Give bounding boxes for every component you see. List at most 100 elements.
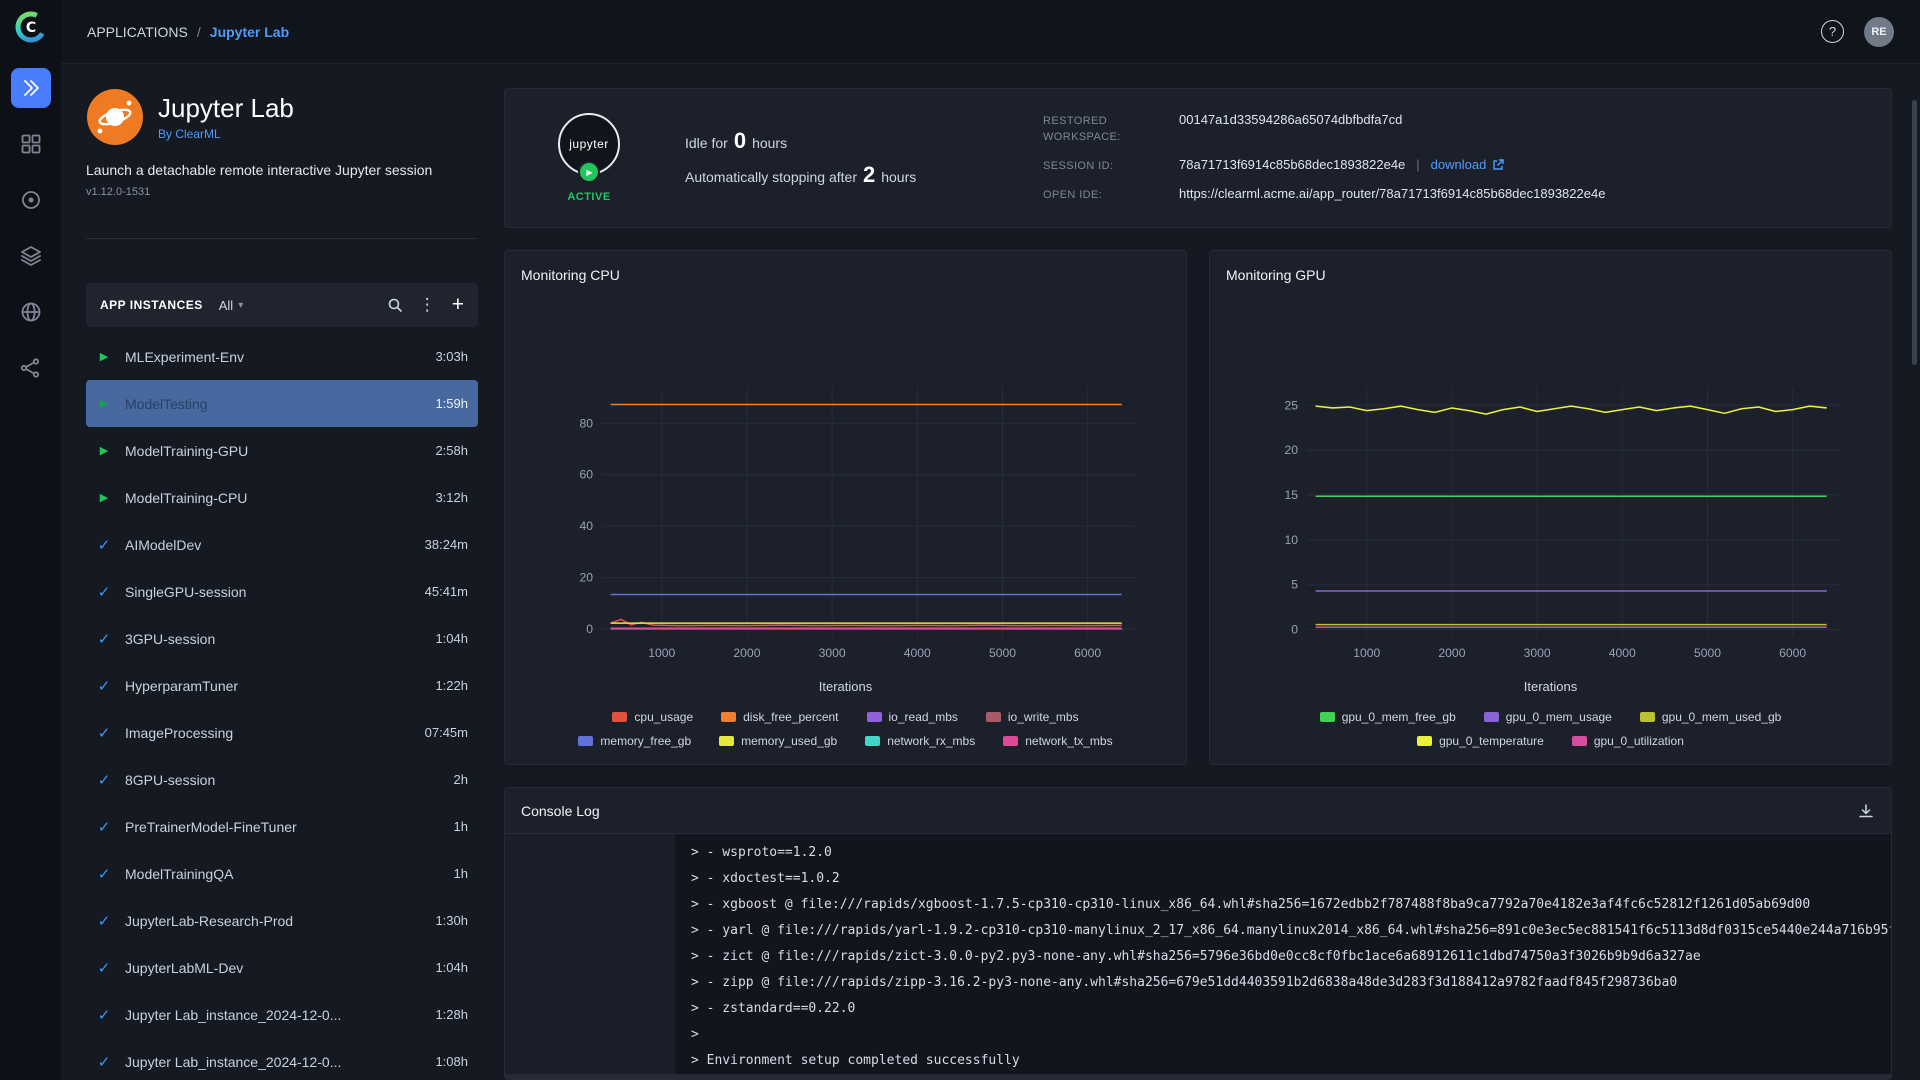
projects-icon	[21, 191, 40, 209]
list-item[interactable]: ✓ AIModelDev 38:24m	[86, 521, 478, 568]
instance-time: 3:03h	[435, 349, 468, 364]
open-ide-value[interactable]: https://clearml.acme.ai/app_router/78a71…	[1179, 186, 1605, 201]
legend-label: gpu_0_mem_free_gb	[1341, 710, 1456, 724]
gpu-chart: 1000 2000 3000 4000 5000 6000 0 5 10 15 20 25	[1284, 387, 1840, 660]
legend-swatch	[866, 712, 882, 722]
svg-text:5000: 5000	[1694, 646, 1721, 660]
list-item[interactable]: ✓ ImageProcessing 07:45m	[86, 709, 478, 756]
instance-time: 3:12h	[435, 490, 468, 505]
add-instance-button[interactable]: +	[452, 293, 464, 317]
svg-text:4000: 4000	[904, 646, 931, 660]
svg-text:0: 0	[1291, 622, 1298, 636]
list-item[interactable]: ▶ ModelTraining-GPU 2:58h	[86, 427, 478, 474]
session-id-label: SESSION ID:	[1043, 160, 1114, 172]
svg-text:25: 25	[1284, 398, 1298, 412]
breadcrumb-applications[interactable]: APPLICATIONS	[87, 24, 188, 40]
legend-item[interactable]: memory_used_gb	[719, 734, 837, 748]
idle-line: Idle for 0 hours	[685, 128, 995, 154]
nav-workers[interactable]	[11, 124, 51, 164]
list-item[interactable]: ✓ ModelTrainingQA 1h	[86, 850, 478, 897]
instance-name: AIModelDev	[125, 536, 202, 553]
legend-swatch	[612, 712, 628, 722]
reports-globe-icon	[21, 302, 40, 322]
legend-item[interactable]: io_write_mbs	[985, 710, 1079, 724]
nav-applications[interactable]	[10, 68, 51, 108]
list-item[interactable]: ✓ HyperparamTuner 1:22h	[86, 662, 478, 709]
legend-item[interactable]: io_read_mbs	[866, 710, 958, 724]
legend-swatch	[1639, 712, 1655, 722]
search-icon[interactable]	[387, 297, 403, 313]
instance-name: MLExperiment-Env	[125, 348, 245, 365]
scrollbar-thumb[interactable]	[1912, 100, 1917, 365]
legend-item[interactable]: gpu_0_mem_used_gb	[1639, 710, 1781, 724]
list-item[interactable]: ✓ JupyterLab-Research-Prod 1:30h	[86, 897, 478, 944]
console-log-header: Console Log	[505, 788, 1891, 834]
legend-item[interactable]: gpu_0_temperature	[1417, 734, 1544, 748]
instance-time: 1:30h	[435, 913, 468, 928]
monitoring-gpu-card: Monitoring GPU 1000 2000 3000 4000 5000 6000 0…	[1209, 250, 1892, 765]
list-item[interactable]: ✓ 8GPU-session 2h	[86, 756, 478, 803]
instance-name: Jupyter Lab_instance_2024-12-0...	[125, 1053, 342, 1070]
log-timestamp	[505, 1022, 675, 1048]
list-item[interactable]: ▶ ModelTraining-CPU 3:12h	[86, 474, 478, 521]
app-sidebar: Jupyter Lab By ClearML Launch a detachab…	[86, 88, 478, 1080]
instances-filter-dropdown[interactable]: All ▾	[219, 298, 243, 313]
clearml-logo[interactable]: C	[12, 8, 50, 46]
avatar[interactable]: RE	[1864, 16, 1894, 47]
log-text: > - zipp @ file:///rapids/zipp-3.16.2-py…	[691, 975, 1678, 990]
download-link[interactable]: download	[1431, 157, 1505, 172]
list-item[interactable]: ▶ MLExperiment-Env 3:03h	[86, 333, 478, 380]
instance-time: 2h	[453, 772, 468, 787]
page-title: Jupyter Lab	[158, 93, 294, 123]
log-timestamp: 2024-12-20 17:10:43	[505, 1074, 675, 1079]
legend-item[interactable]: disk_free_percent	[721, 710, 839, 724]
log-text: > - zict @ file:///rapids/zict-3.0.0-py2…	[691, 949, 1701, 964]
legend-item[interactable]: network_rx_mbs	[865, 734, 975, 748]
app-description: Launch a detachable remote interactive J…	[86, 162, 433, 178]
list-item[interactable]: ✓ 3GPU-session 1:04h	[86, 615, 478, 662]
log-timestamp	[505, 892, 675, 918]
legend-item[interactable]: gpu_0_mem_usage	[1483, 710, 1612, 724]
gpu-legend: gpu_0_mem_free_gb gpu_0_mem_usage gpu_0_me…	[1281, 710, 1821, 748]
instance-time: 1h	[453, 819, 468, 834]
svg-text:6000: 6000	[1074, 646, 1101, 660]
list-item[interactable]: ✓ PreTrainerModel-FineTuner 1h	[86, 803, 478, 850]
chevron-down-icon: ▾	[238, 299, 244, 311]
nav-reports[interactable]	[11, 292, 51, 332]
status-completed-icon: ✓	[97, 535, 111, 554]
kebab-menu-icon[interactable]: ⋮	[419, 295, 436, 315]
list-item[interactable]: ✓ Jupyter Lab_instance_2024-12-0... 1:08h	[86, 1038, 478, 1080]
legend-item[interactable]: gpu_0_utilization	[1571, 734, 1684, 748]
instance-time: 1h	[453, 866, 468, 881]
legend-item[interactable]: memory_free_gb	[578, 734, 691, 748]
list-item[interactable]: ✓ SingleGPU-session 45:41m	[86, 568, 478, 615]
svg-text:6000: 6000	[1779, 646, 1806, 660]
cpu-chart: 1000 2000 3000 4000 5000 6000 0 20 40 60 80	[579, 387, 1135, 660]
legend-item[interactable]: cpu_usage	[612, 710, 693, 724]
list-item[interactable]: ✓ Jupyter Lab_instance_2024-12-0... 1:28h	[86, 991, 478, 1038]
svg-text:40: 40	[579, 519, 593, 533]
log-line: > - xdoctest==1.0.2	[505, 866, 1891, 892]
help-icon[interactable]: ?	[1821, 20, 1844, 43]
idle-pre-text: Idle for	[685, 135, 728, 151]
log-timestamp	[505, 840, 675, 866]
topbar: APPLICATIONS / Jupyter Lab ? RE	[61, 0, 1920, 64]
by-clearml-link[interactable]: By ClearML	[158, 127, 221, 141]
legend-item[interactable]: gpu_0_mem_free_gb	[1319, 710, 1456, 724]
log-timestamp	[505, 1048, 675, 1074]
legend-label: gpu_0_mem_usage	[1505, 710, 1612, 724]
instance-time: 45:41m	[424, 584, 468, 599]
legend-label: memory_free_gb	[600, 734, 692, 748]
svg-text:5000: 5000	[989, 646, 1016, 660]
list-item[interactable]: ▶ ModelTesting 1:59h	[86, 380, 478, 427]
legend-swatch	[1003, 736, 1019, 746]
jupyter-logo-text: jupyter	[569, 137, 609, 151]
download-log-icon[interactable]	[1857, 802, 1875, 820]
console-log-body[interactable]: > - wsproto==1.2.0 > - xdoctest==1.0.2 > -…	[505, 834, 1891, 1079]
legend-item[interactable]: network_tx_mbs	[1003, 734, 1113, 748]
list-item[interactable]: ✓ JupyterLabML-Dev 1:04h	[86, 944, 478, 991]
nav-datasets[interactable]	[11, 236, 51, 276]
log-line: 2024-12-20 17:10:43ClearML results page:…	[505, 1074, 1891, 1079]
nav-pipelines[interactable]	[11, 348, 51, 388]
nav-projects[interactable]	[11, 180, 51, 220]
